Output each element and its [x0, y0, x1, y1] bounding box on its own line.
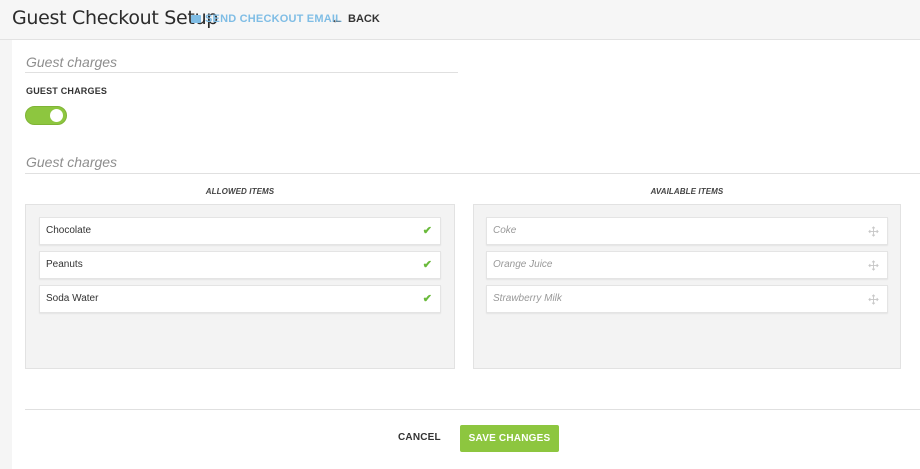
send-checkout-email-button[interactable]: SEND CHECKOUT EMAIL: [191, 13, 342, 25]
move-icon: [868, 260, 879, 271]
item-label: Strawberry Milk: [493, 293, 562, 304]
arrow-left-icon: ←: [331, 12, 343, 26]
header-bar: Guest Checkout Setup SEND CHECKOUT EMAIL…: [0, 0, 920, 40]
move-icon: [868, 226, 879, 237]
guest-charges-toggle-label: GUEST CHARGES: [26, 86, 108, 96]
list-item[interactable]: Orange Juice: [486, 251, 888, 279]
item-label: Peanuts: [46, 259, 83, 270]
toggle-knob: [50, 109, 63, 122]
back-label: BACK: [348, 13, 380, 25]
check-icon: ✔: [422, 259, 432, 271]
list-item[interactable]: Chocolate ✔: [39, 217, 441, 245]
list-item[interactable]: Soda Water ✔: [39, 285, 441, 313]
available-items-list[interactable]: Coke Orange Juice Strawberry Milk: [473, 204, 901, 369]
item-label: Coke: [493, 225, 517, 236]
back-button[interactable]: ← BACK: [331, 13, 380, 25]
page-title: Guest Checkout Setup: [12, 7, 219, 29]
send-checkout-email-label: SEND CHECKOUT EMAIL: [205, 13, 343, 25]
section-heading-guest-charges-items: Guest charges: [26, 154, 118, 170]
mail-icon: [191, 15, 201, 23]
check-icon: ✔: [422, 225, 432, 237]
list-item[interactable]: Strawberry Milk: [486, 285, 888, 313]
save-changes-button[interactable]: SAVE CHANGES: [460, 425, 559, 452]
section-divider: [25, 173, 920, 174]
cancel-button[interactable]: CANCEL: [398, 432, 441, 443]
available-items-header: AVAILABLE ITEMS: [650, 187, 724, 196]
footer-divider: [25, 409, 920, 410]
section-heading-guest-charges: Guest charges: [26, 54, 118, 70]
allowed-items-header: ALLOWED ITEMS: [205, 187, 275, 196]
move-icon: [868, 294, 879, 305]
list-item[interactable]: Coke: [486, 217, 888, 245]
item-label: Soda Water: [46, 293, 99, 304]
guest-charges-toggle[interactable]: [25, 106, 67, 125]
allowed-items-list[interactable]: Chocolate ✔ Peanuts ✔ Soda Water ✔: [25, 204, 455, 369]
item-label: Chocolate: [46, 225, 92, 236]
item-label: Orange Juice: [493, 259, 553, 270]
check-icon: ✔: [422, 293, 432, 305]
main-panel: Guest charges GUEST CHARGES Guest charge…: [12, 40, 920, 469]
section-divider: [25, 72, 458, 73]
list-item[interactable]: Peanuts ✔: [39, 251, 441, 279]
